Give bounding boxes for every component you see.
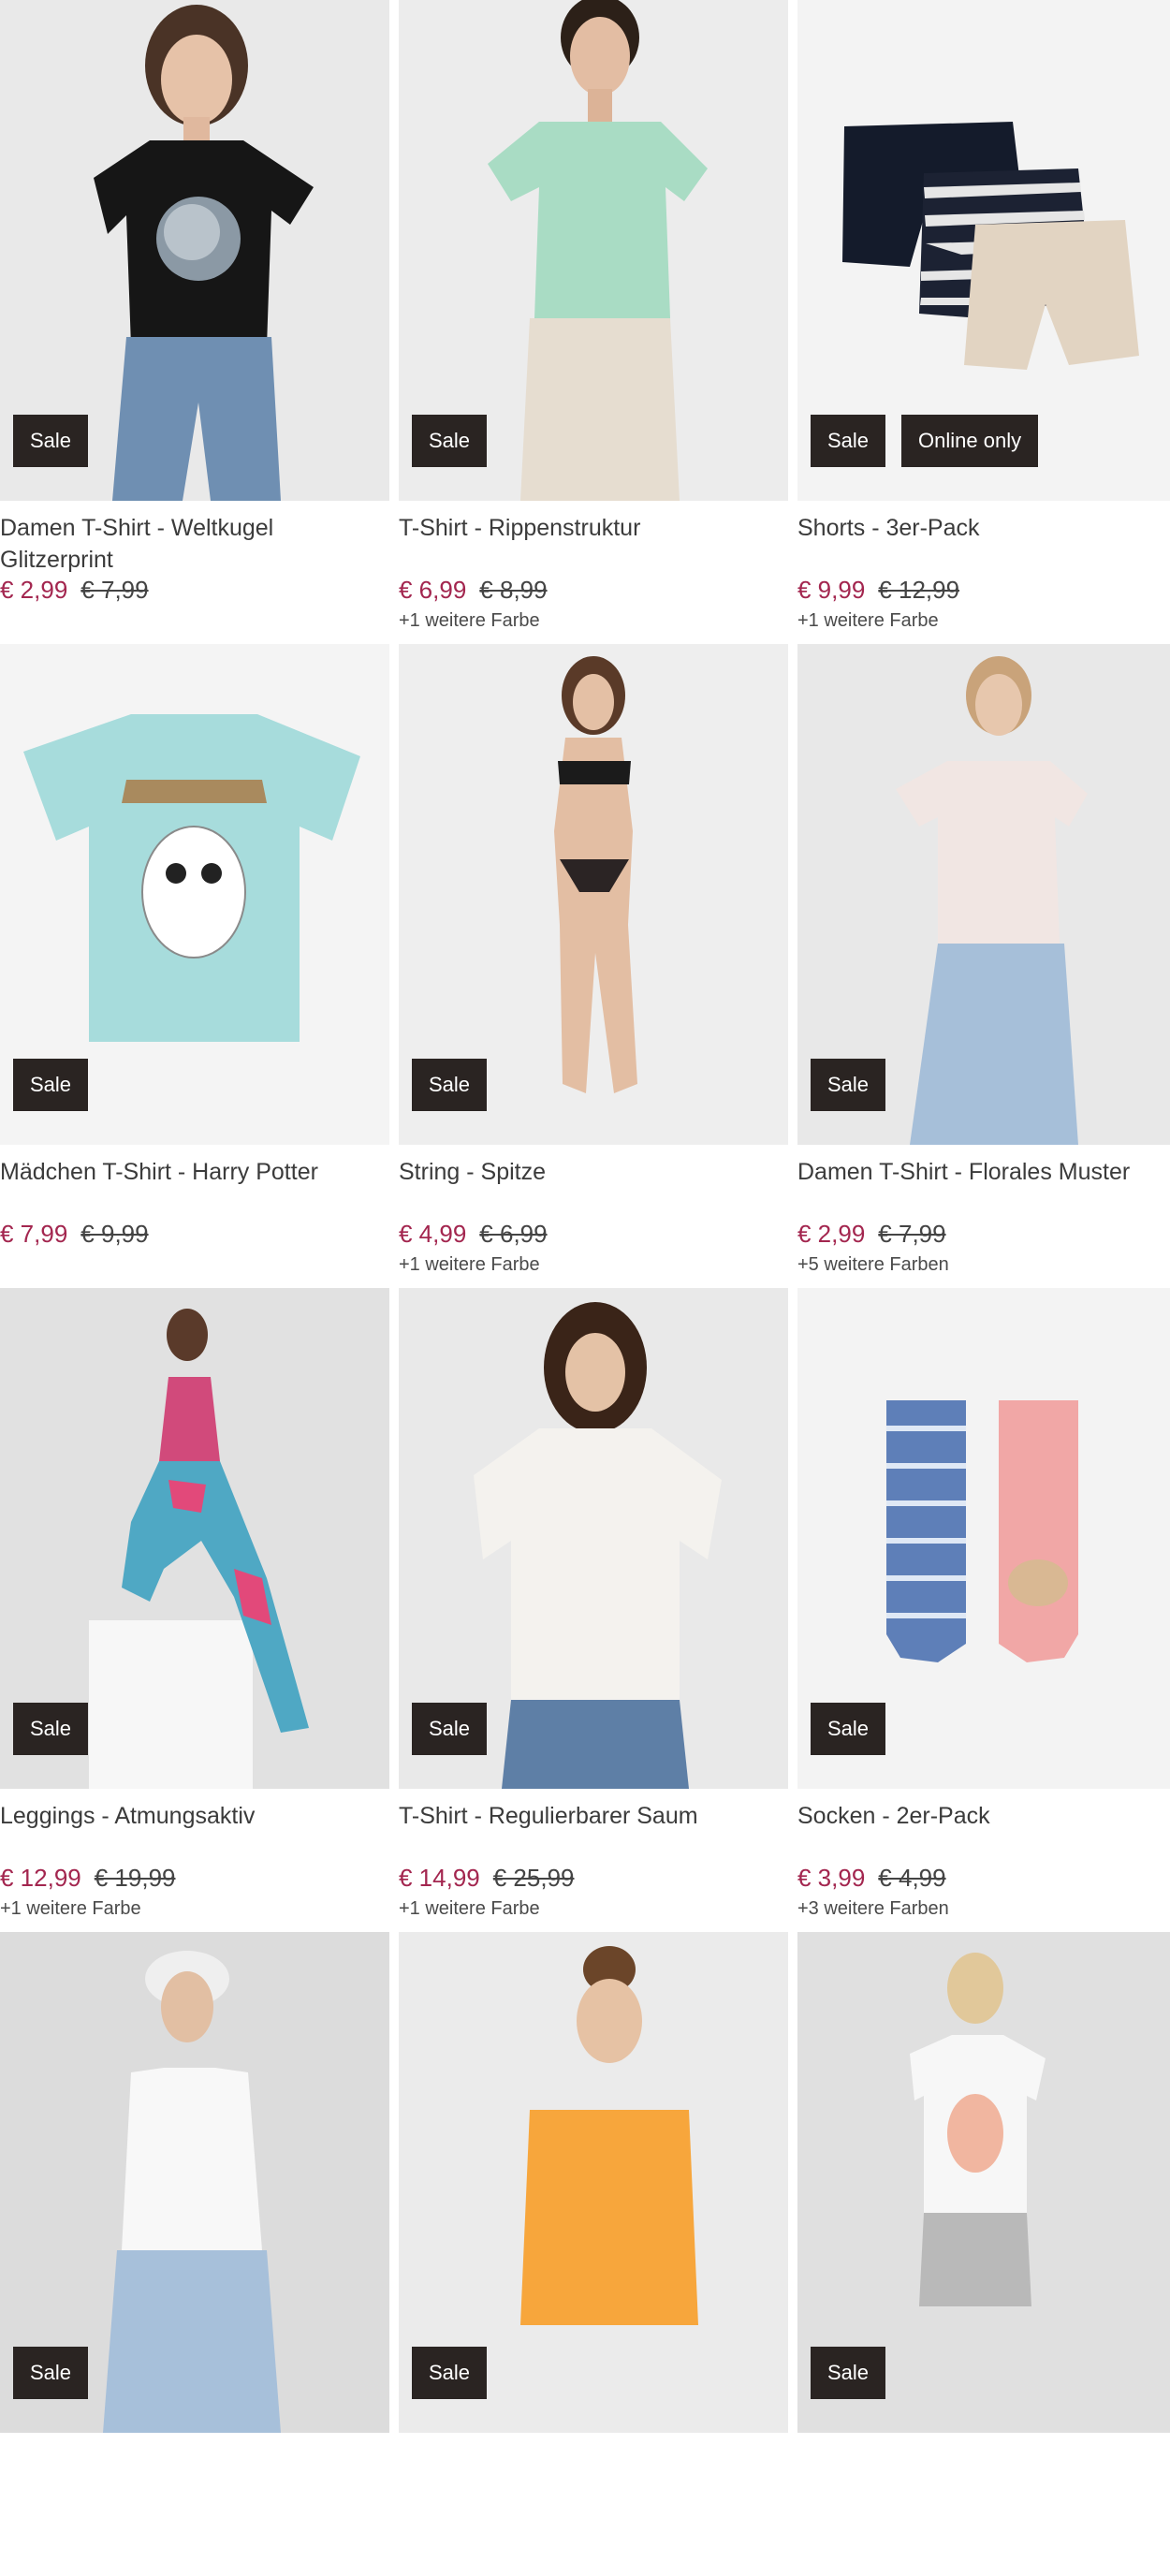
product-card[interactable]: Sale [0, 1932, 389, 2576]
badge-group: Sale [13, 2347, 89, 2399]
price-row: € 9,99 € 12,99 [797, 576, 1170, 605]
product-image[interactable]: Sale Online only [797, 0, 1170, 501]
product-image[interactable]: Sale [797, 1932, 1170, 2433]
badge-group: Sale [811, 1059, 886, 1111]
sale-badge: Sale [811, 2347, 886, 2399]
sale-price: € 7,99 [0, 1220, 68, 1248]
product-card[interactable]: Sale Online only Shorts - 3er-Pack € 9,9… [797, 0, 1170, 644]
product-title[interactable]: String - Spitze [399, 1156, 788, 1220]
more-colors[interactable]: +1 weitere Farbe [797, 610, 1170, 632]
price-row: € 7,99 € 9,99 [0, 1220, 389, 1249]
product-title[interactable]: T-Shirt - Regulierbarer Saum [399, 1800, 788, 1864]
product-card[interactable]: Sale Damen T-Shirt - Weltkugel Glitzerpr… [0, 0, 389, 644]
product-title[interactable]: Damen T-Shirt - Florales Muster [797, 1156, 1170, 1220]
product-grid: Sale Damen T-Shirt - Weltkugel Glitzerpr… [0, 0, 1170, 2576]
badge-group: Sale [13, 415, 89, 467]
badge-group: Sale Online only [811, 415, 1039, 467]
sale-badge: Sale [412, 1703, 488, 1755]
product-card[interactable]: Sale T-Shirt - Rippenstruktur € 6,99 € 8… [399, 0, 788, 644]
sale-badge: Sale [13, 2347, 89, 2399]
original-price: € 19,99 [94, 1864, 176, 1892]
product-card[interactable]: Sale Damen T-Shirt - Florales Muster € 2… [797, 644, 1170, 1288]
product-image[interactable]: Sale [0, 1288, 389, 1789]
badge-group: Sale [412, 1059, 488, 1111]
original-price: € 7,99 [878, 1220, 946, 1248]
price-row: € 12,99 € 19,99 [0, 1864, 389, 1893]
original-price: € 7,99 [80, 576, 149, 604]
sale-price: € 4,99 [399, 1220, 467, 1248]
badge-group: Sale [13, 1059, 89, 1111]
product-image[interactable]: Sale [399, 0, 788, 501]
original-price: € 12,99 [878, 576, 960, 604]
badge-group: Sale [13, 1703, 89, 1755]
sale-badge: Sale [412, 2347, 488, 2399]
sale-badge: Sale [412, 415, 488, 467]
sale-badge: Sale [13, 1703, 89, 1755]
product-title[interactable]: Damen T-Shirt - Weltkugel Glitzerprint [0, 512, 389, 576]
sale-price: € 9,99 [797, 576, 866, 604]
product-card[interactable]: Sale [399, 1932, 788, 2576]
original-price: € 25,99 [492, 1864, 575, 1892]
original-price: € 6,99 [479, 1220, 548, 1248]
sale-badge: Sale [13, 1059, 89, 1111]
badge-group: Sale [811, 2347, 886, 2399]
more-colors[interactable]: +3 weitere Farben [797, 1898, 1170, 1920]
sale-price: € 12,99 [0, 1864, 81, 1892]
price-row: € 4,99 € 6,99 [399, 1220, 788, 1249]
product-image[interactable]: Sale [399, 644, 788, 1145]
product-card[interactable]: Sale Socken - 2er-Pack € 3,99 € 4,99 +3 … [797, 1288, 1170, 1932]
sale-price: € 2,99 [797, 1220, 866, 1248]
badge-group: Sale [412, 415, 488, 467]
product-image[interactable]: Sale [0, 1932, 389, 2433]
online-only-badge: Online only [901, 415, 1039, 467]
sale-badge: Sale [811, 1703, 886, 1755]
more-colors[interactable]: +1 weitere Farbe [399, 1254, 788, 1276]
more-colors[interactable]: +1 weitere Farbe [399, 1898, 788, 1920]
product-card[interactable]: Sale T-Shirt - Regulierbarer Saum € 14,9… [399, 1288, 788, 1932]
more-colors[interactable]: +1 weitere Farbe [0, 1898, 389, 1920]
badge-group: Sale [412, 2347, 488, 2399]
product-image[interactable]: Sale [399, 1288, 788, 1789]
product-image[interactable]: Sale [797, 1288, 1170, 1789]
price-row: € 2,99 € 7,99 [797, 1220, 1170, 1249]
sale-badge: Sale [811, 415, 886, 467]
more-colors[interactable]: +5 weitere Farben [797, 1254, 1170, 1276]
product-card[interactable]: Sale [797, 1932, 1170, 2576]
product-card[interactable]: Sale String - Spitze € 4,99 € 6,99 +1 we… [399, 644, 788, 1288]
product-title[interactable]: Shorts - 3er-Pack [797, 512, 1170, 576]
original-price: € 9,99 [80, 1220, 149, 1248]
product-image[interactable]: Sale [0, 0, 389, 501]
sale-price: € 3,99 [797, 1864, 866, 1892]
price-row: € 2,99 € 7,99 [0, 576, 389, 605]
sale-price: € 2,99 [0, 576, 68, 604]
badge-group: Sale [811, 1703, 886, 1755]
badge-group: Sale [412, 1703, 488, 1755]
original-price: € 4,99 [878, 1864, 946, 1892]
sale-price: € 14,99 [399, 1864, 480, 1892]
price-row: € 6,99 € 8,99 [399, 576, 788, 605]
product-image[interactable]: Sale [0, 644, 389, 1145]
price-row: € 14,99 € 25,99 [399, 1864, 788, 1893]
product-card[interactable]: Sale Mädchen T-Shirt - Harry Potter € 7,… [0, 644, 389, 1288]
sale-badge: Sale [412, 1059, 488, 1111]
product-card[interactable]: Sale Leggings - Atmungsaktiv € 12,99 € 1… [0, 1288, 389, 1932]
sale-price: € 6,99 [399, 576, 467, 604]
product-title[interactable]: T-Shirt - Rippenstruktur [399, 512, 788, 576]
sale-badge: Sale [811, 1059, 886, 1111]
product-title[interactable]: Mädchen T-Shirt - Harry Potter [0, 1156, 389, 1220]
product-image[interactable]: Sale [399, 1932, 788, 2433]
product-title[interactable]: Leggings - Atmungsaktiv [0, 1800, 389, 1864]
sale-badge: Sale [13, 415, 89, 467]
more-colors[interactable]: +1 weitere Farbe [399, 610, 788, 632]
product-image[interactable]: Sale [797, 644, 1170, 1145]
price-row: € 3,99 € 4,99 [797, 1864, 1170, 1893]
product-title[interactable]: Socken - 2er-Pack [797, 1800, 1170, 1864]
original-price: € 8,99 [479, 576, 548, 604]
